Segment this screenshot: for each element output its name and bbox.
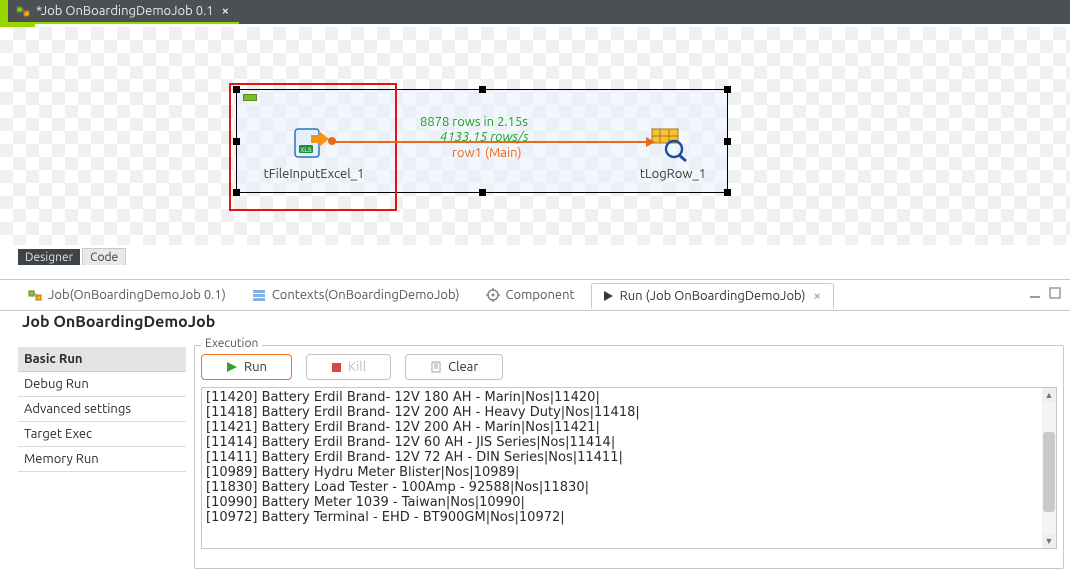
svg-text:XLS: XLS — [300, 148, 311, 154]
flow-stats-rows: 8878 rows in 2.15s — [420, 115, 528, 129]
run-mode-item[interactable]: Basic Run — [18, 347, 186, 372]
editor-tabbar: *Job OnBoardingDemoJob 0.1 × — [0, 0, 1070, 24]
editor-tab[interactable]: *Job OnBoardingDemoJob 0.1 × — [8, 0, 239, 24]
run-mode-item[interactable]: Target Exec — [18, 422, 186, 447]
run-mode-item[interactable]: Advanced settings — [18, 397, 186, 422]
tab-designer[interactable]: Designer — [18, 249, 80, 265]
maximize-icon[interactable] — [1046, 284, 1064, 302]
console-text: [11420] Battery Erdil Brand- 12V 180 AH … — [202, 388, 1056, 527]
clear-button[interactable]: Clear — [405, 354, 503, 380]
scrollbar[interactable]: ▲ ▼ — [1042, 388, 1056, 548]
play-icon — [602, 290, 614, 302]
play-icon — [226, 361, 238, 373]
run-button[interactable]: Run — [201, 354, 292, 380]
component-a-label: tFileInputExcel_1 — [254, 167, 374, 181]
flow-source-dot — [328, 137, 336, 145]
tab-run[interactable]: Run (Job OnBoardingDemoJob) × — [591, 283, 834, 309]
view-toolbar — [1026, 284, 1064, 302]
tab-job[interactable]: Job(OnBoardingDemoJob 0.1) — [18, 283, 236, 307]
tab-contexts[interactable]: Contexts(OnBoardingDemoJob) — [242, 283, 470, 307]
pane-divider — [0, 265, 1070, 280]
panel-title: Job OnBoardingDemoJob — [18, 311, 1070, 341]
component-b-label: tLogRow_1 — [628, 167, 718, 181]
tab-job-label: Job(OnBoardingDemoJob 0.1) — [48, 288, 226, 302]
kill-button-label: Kill — [348, 360, 366, 374]
console-output[interactable]: [11420] Battery Erdil Brand- 12V 180 AH … — [201, 387, 1057, 549]
flow-stats-rate: 4133.15 rows/s — [440, 130, 529, 144]
run-button-label: Run — [244, 360, 267, 374]
accent-bar — [0, 0, 8, 24]
run-mode-item[interactable]: Debug Run — [18, 372, 186, 397]
stop-icon — [331, 362, 342, 373]
scroll-up-icon[interactable]: ▲ — [1042, 388, 1056, 402]
scroll-down-icon[interactable]: ▼ — [1042, 534, 1056, 548]
run-mode-item[interactable]: Memory Run — [18, 447, 186, 472]
execution-legend: Execution — [201, 337, 262, 350]
tab-run-label: Run (Job OnBoardingDemoJob) — [620, 289, 806, 303]
run-mode-list: Basic RunDebug RunAdvanced settingsTarge… — [18, 341, 186, 576]
job-icon — [28, 288, 42, 302]
component-icon — [486, 288, 500, 302]
tab-code[interactable]: Code — [82, 248, 126, 265]
tfileinputexcel-icon[interactable]: XLS — [293, 125, 331, 161]
contexts-icon — [252, 288, 266, 302]
tab-contexts-label: Contexts(OnBoardingDemoJob) — [272, 288, 460, 302]
tlogrow-icon[interactable] — [650, 127, 688, 163]
scroll-thumb[interactable] — [1043, 432, 1055, 512]
kill-button: Kill — [306, 354, 391, 380]
property-tabs: Job(OnBoardingDemoJob 0.1) Contexts(OnBo… — [0, 280, 1070, 311]
minimize-icon[interactable] — [1026, 284, 1044, 302]
execution-buttons: Run Kill Clear — [201, 354, 1057, 380]
tab-component[interactable]: Component — [476, 283, 585, 307]
tabbar-spacer — [1040, 0, 1070, 24]
flow-arrow-icon — [646, 137, 655, 147]
run-panel: Job OnBoardingDemoJob Basic RunDebug Run… — [0, 311, 1070, 576]
close-icon[interactable]: × — [812, 289, 823, 303]
designer-canvas[interactable]: XLS tFileInputExcel_1 tLogRow_1 8878 row… — [0, 27, 1070, 245]
clear-icon — [430, 361, 442, 373]
flow-label: row1 (Main) — [452, 146, 521, 160]
clear-button-label: Clear — [448, 360, 478, 374]
canvas-mode-tabs: Designer Code — [0, 245, 1070, 265]
job-icon — [16, 4, 30, 18]
editor-tab-label: *Job OnBoardingDemoJob 0.1 — [36, 4, 214, 18]
execution-group: Execution Run Kill — [194, 345, 1064, 569]
tab-component-label: Component — [506, 288, 575, 302]
close-icon[interactable]: × — [220, 4, 231, 18]
